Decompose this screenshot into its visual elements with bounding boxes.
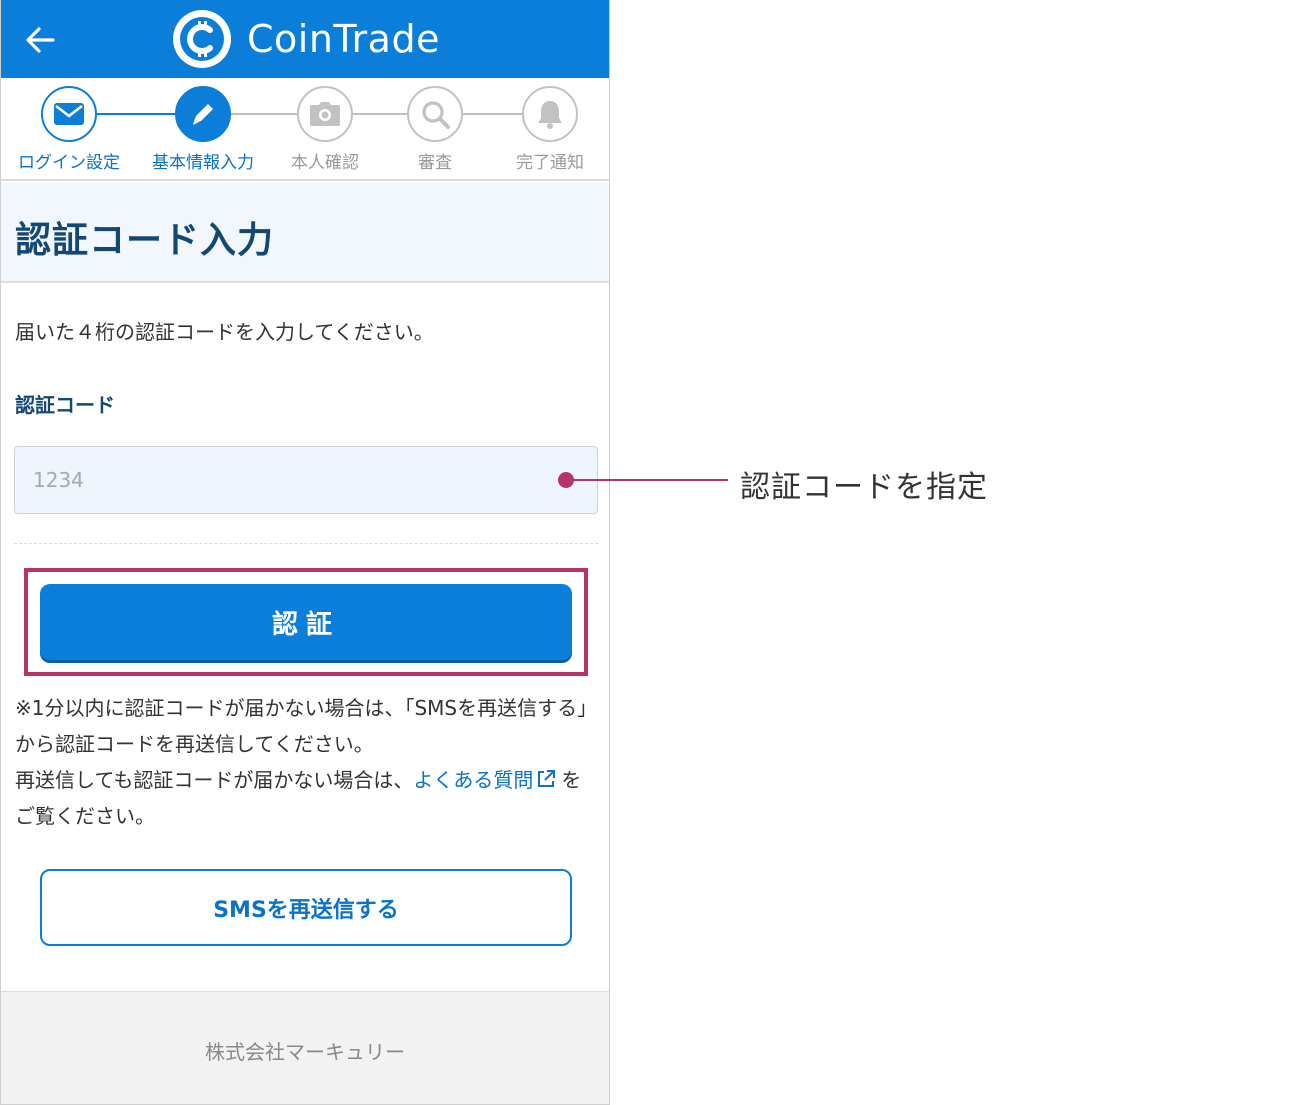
- back-button[interactable]: [19, 18, 63, 62]
- instruction-text: 届いた４桁の認証コードを入力してください。: [15, 320, 434, 344]
- title-band: 認証コード入力: [1, 183, 609, 283]
- code-field-label: 認証コード: [15, 393, 115, 417]
- page-title: 認証コード入力: [15, 220, 275, 261]
- back-arrow-icon: [26, 27, 55, 53]
- magnifier-icon: [422, 101, 450, 129]
- step-review: 審査: [370, 86, 500, 173]
- step-label: 基本情報入力: [152, 153, 254, 173]
- faq-link-label: よくある質問: [413, 768, 534, 792]
- external-link-icon: [538, 770, 556, 787]
- step-circle: [522, 86, 578, 142]
- annotation-leader-line: [568, 479, 728, 481]
- company-name: 株式会社マーキュリー: [205, 1040, 405, 1064]
- step-circle: [407, 86, 463, 142]
- brand-logo: CoinTrade: [171, 8, 440, 70]
- divider: [14, 543, 598, 544]
- annotation-marker-dot: [558, 472, 574, 488]
- annotation-label: 認証コードを指定: [740, 470, 988, 505]
- step-login-settings: ログイン設定: [4, 86, 134, 173]
- phone-screen: CoinTrade ログイン設定 基本情報入力 本人確認 審査 完了通知 認証コ…: [0, 0, 610, 1105]
- step-basic-info: 基本情報入力: [138, 86, 268, 173]
- coin-logo-icon: [173, 10, 231, 68]
- resend-sms-button[interactable]: SMSを再送信する: [40, 869, 572, 946]
- note-text: ※1分以内に認証コードが届かない場合は、「SMSを再送信する」から認証コードを再…: [15, 696, 598, 756]
- camera-icon: [310, 102, 340, 126]
- step-completion-notice: 完了通知: [485, 86, 609, 173]
- step-circle: [41, 86, 97, 142]
- step-label: 審査: [418, 153, 452, 173]
- bell-icon: [538, 101, 562, 129]
- step-label: ログイン設定: [18, 153, 120, 173]
- verify-button[interactable]: 認証: [40, 584, 572, 660]
- app-header: CoinTrade: [1, 0, 609, 78]
- envelope-icon: [54, 103, 84, 125]
- note-text: 再送信しても認証コードが届かない場合は、: [15, 768, 414, 792]
- faq-link[interactable]: よくある質問: [413, 768, 561, 792]
- footer: 株式会社マーキュリー: [1, 991, 609, 1104]
- step-circle: [297, 86, 353, 142]
- step-label: 完了通知: [516, 153, 584, 173]
- progress-stepper: ログイン設定 基本情報入力 本人確認 審査 完了通知: [1, 78, 609, 181]
- pencil-icon: [193, 104, 213, 125]
- help-note: ※1分以内に認証コードが届かない場合は、「SMSを再送信する」から認証コードを再…: [15, 690, 599, 834]
- brand-name: CoinTrade: [247, 17, 440, 61]
- verification-code-input[interactable]: [14, 446, 598, 514]
- step-circle: [175, 86, 231, 142]
